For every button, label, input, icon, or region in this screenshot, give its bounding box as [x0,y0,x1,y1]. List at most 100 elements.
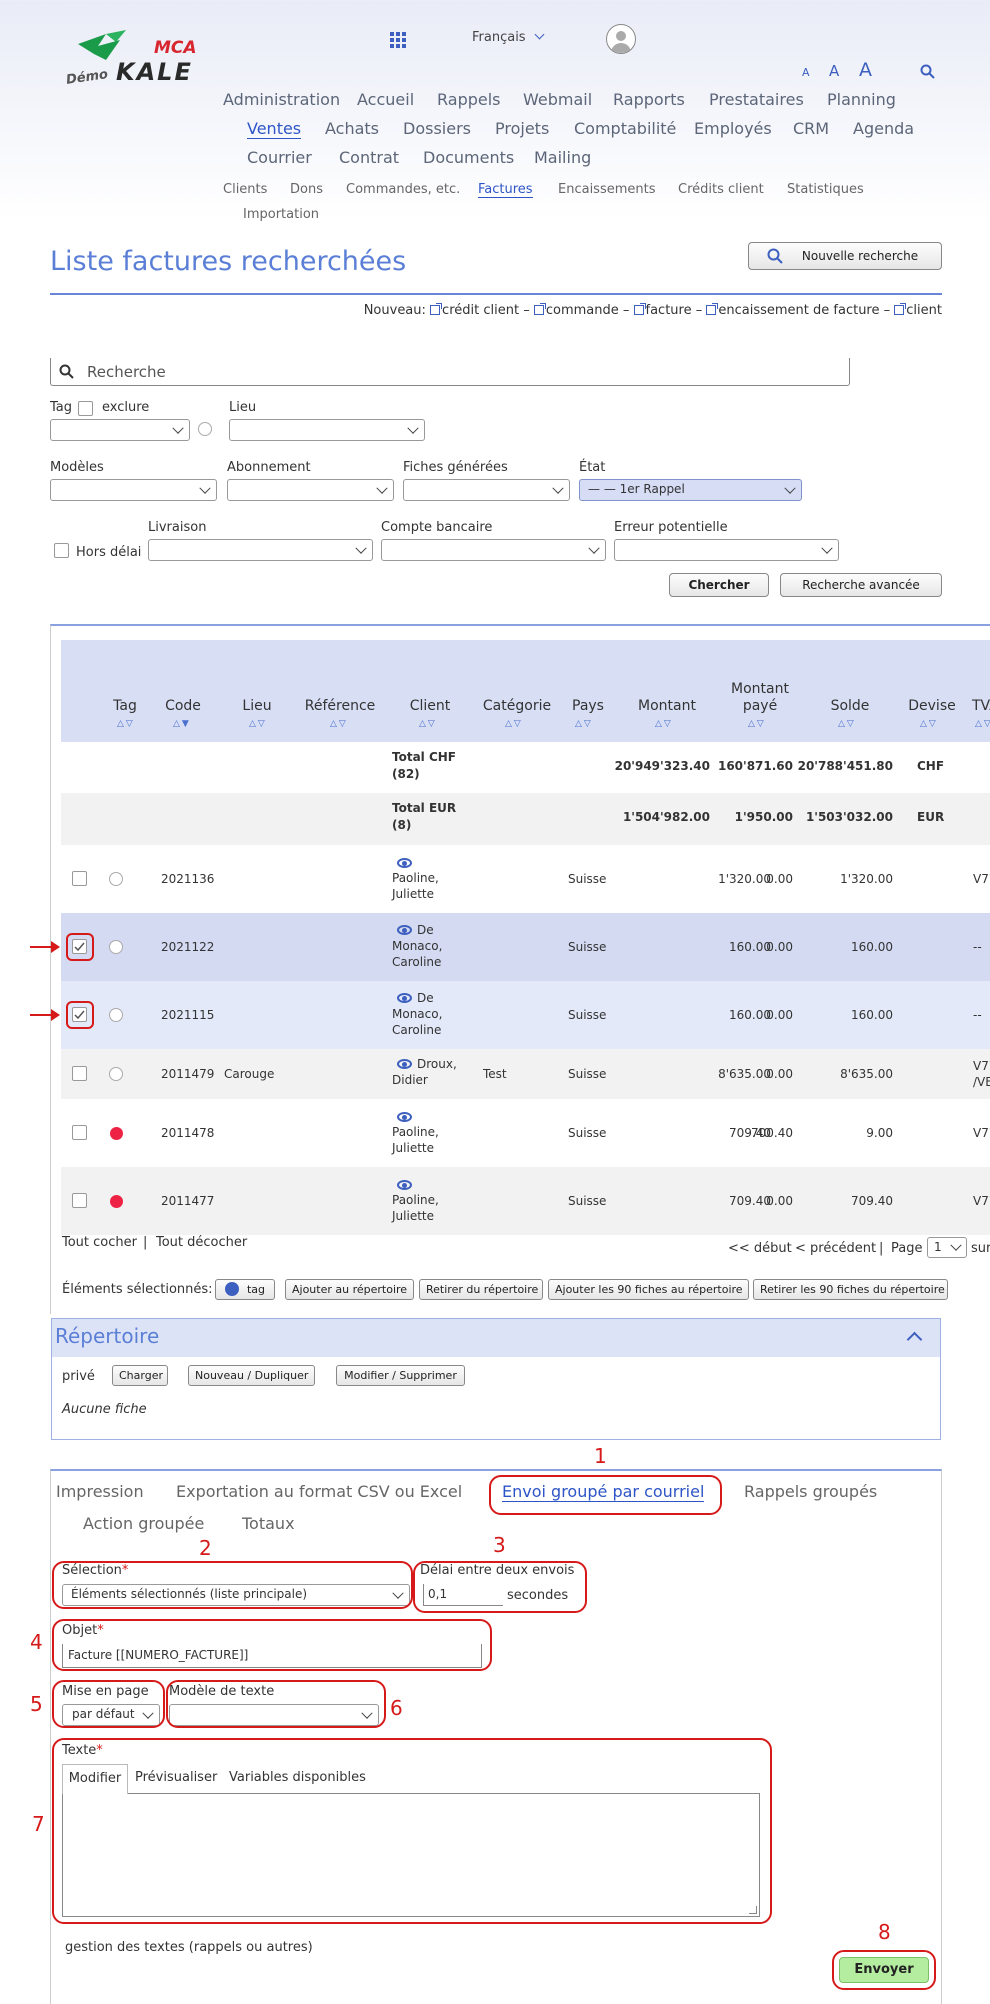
row-client[interactable]: Juliette [392,887,434,901]
eye-icon[interactable] [397,1112,412,1122]
table-row[interactable]: 2011478 Paoline, Juliette Suisse 709.40 … [61,1099,990,1167]
nav-documents[interactable]: Documents [423,148,514,167]
row-code[interactable]: 2021136 [161,872,214,886]
recherche-avancee-button[interactable]: Recherche avancée [780,573,942,597]
exclure-checkbox[interactable] [78,401,93,416]
row-client[interactable]: De [417,991,434,1005]
row-client[interactable]: Monaco, [392,939,442,953]
tag-radio[interactable] [109,1008,123,1022]
font-size-large[interactable]: A [859,59,872,81]
tag-radio[interactable] [109,940,123,954]
nav-comptabilite[interactable]: Comptabilité [574,119,676,138]
chercher-button[interactable]: Chercher [669,573,769,597]
nav-dossiers[interactable]: Dossiers [403,119,471,138]
search-field[interactable]: Recherche [50,358,850,386]
nav-prestataires[interactable]: Prestataires [709,90,804,109]
row-checkbox[interactable] [72,1066,87,1081]
row-client[interactable]: Didier [392,1073,428,1087]
eye-icon[interactable] [397,1180,412,1190]
retirer-90-button[interactable]: Retirer les 90 fiches du répertoire [753,1279,948,1300]
sort-arrows-icon[interactable]: △▼ [173,719,191,729]
tab-rappels-groupes[interactable]: Rappels groupés [744,1482,877,1501]
tag-radio[interactable] [109,872,123,886]
col-code[interactable]: Code [158,698,208,715]
table-row[interactable]: 2021136 Paoline, Juliette Suisse 1'320.0… [61,845,990,913]
subnav-factures[interactable]: Factures [478,182,533,198]
row-code[interactable]: 2011478 [161,1126,214,1140]
subnav-commandes[interactable]: Commandes, etc. [346,182,460,197]
subnav-dons[interactable]: Dons [290,182,323,197]
subnav-importation[interactable]: Importation [243,207,319,222]
sort-arrows-icon[interactable]: △▽ [838,719,856,729]
ajouter-90-button[interactable]: Ajouter les 90 fiches au répertoire [548,1279,749,1300]
col-montant-paye[interactable]: Montant payé [718,681,802,715]
nouveau-dupliquer-button[interactable]: Nouveau / Dupliquer [188,1365,315,1386]
hors-delai-checkbox[interactable] [54,543,69,558]
nav-ventes[interactable]: Ventes [247,119,302,139]
tab-impression[interactable]: Impression [56,1482,144,1501]
sort-arrows-icon[interactable]: △▽ [505,719,523,729]
nav-administration[interactable]: Administration [223,90,340,109]
nav-accueil[interactable]: Accueil [357,90,414,109]
sort-arrows-icon[interactable]: △▽ [419,719,437,729]
debut-link[interactable]: << début [728,1241,792,1256]
col-tva[interactable]: TVA [972,698,990,715]
nav-mailing[interactable]: Mailing [534,148,591,167]
nav-crm[interactable]: CRM [793,119,829,138]
row-checkbox[interactable] [72,1193,87,1208]
tab-totaux[interactable]: Totaux [242,1514,295,1533]
search-icon[interactable] [920,64,935,79]
abonnement-select[interactable] [227,479,394,501]
language-select[interactable]: Français [472,29,545,45]
erreur-select[interactable] [614,539,839,561]
eye-icon[interactable] [397,1059,412,1069]
sort-arrows-icon[interactable]: △▽ [748,719,766,729]
col-devise[interactable]: Devise [904,698,960,715]
tab-action-groupee[interactable]: Action groupée [83,1514,204,1533]
subnav-credits[interactable]: Crédits client [678,182,764,197]
apps-grid-icon[interactable] [390,32,406,48]
row-client[interactable]: Juliette [392,1209,434,1223]
table-row[interactable]: 2021122 De Monaco, Caroline Suisse 160.0… [61,913,990,981]
col-tag[interactable]: Tag [105,698,145,715]
col-pays[interactable]: Pays [565,698,611,715]
sort-arrows-icon[interactable]: △▽ [575,719,593,729]
nav-employes[interactable]: Employés [694,119,772,138]
nav-webmail[interactable]: Webmail [523,90,592,109]
table-row[interactable]: 2011479 Carouge Droux, Didier Test Suiss… [61,1049,990,1099]
etat-select[interactable]: — — 1er Rappel [579,479,802,501]
row-checkbox[interactable] [72,1125,87,1140]
sort-arrows-icon[interactable]: △▽ [249,719,267,729]
nav-projets[interactable]: Projets [495,119,549,138]
font-size-medium[interactable]: A [829,62,839,80]
row-client[interactable]: Caroline [392,1023,441,1037]
modeles-select[interactable] [50,479,217,501]
texte-tab-modifier[interactable]: Modifier [62,1764,128,1794]
row-client[interactable]: Caroline [392,955,441,969]
row-client[interactable]: Paoline, [392,871,439,885]
tag-radio[interactable] [109,1067,123,1081]
sort-arrows-icon[interactable]: △▽ [975,719,990,729]
nouveau-facture-link[interactable]: facture [633,303,692,318]
compte-select[interactable] [381,539,606,561]
nav-courrier[interactable]: Courrier [247,148,312,167]
subnav-statistiques[interactable]: Statistiques [787,182,864,197]
tag-select[interactable] [50,419,190,441]
row-client[interactable]: Monaco, [392,1007,442,1021]
row-code[interactable]: 2011479 [161,1067,214,1081]
sort-arrows-icon[interactable]: △▽ [920,719,938,729]
nouveau-encaissement-link[interactable]: encaissement de facture [706,303,880,318]
col-reference[interactable]: Référence [299,698,381,715]
nouveau-credit-link[interactable]: crédit client [430,303,519,318]
row-client[interactable]: Paoline, [392,1193,439,1207]
lieu-select[interactable] [229,419,425,441]
repertoire-header[interactable]: Répertoire [52,1319,940,1357]
modifier-supprimer-button[interactable]: Modifier / Supprimer [336,1365,465,1386]
table-row[interactable]: 2011477 Paoline, Juliette Suisse 709.40 … [61,1167,990,1235]
tag-red-dot[interactable] [110,1127,123,1140]
table-row[interactable]: 2021115 De Monaco, Caroline Suisse 160.0… [61,981,990,1049]
row-checkbox[interactable] [72,871,87,886]
col-montant[interactable]: Montant [629,698,705,715]
livraison-select[interactable] [148,539,373,561]
nouveau-commande-link[interactable]: commande [533,303,619,318]
